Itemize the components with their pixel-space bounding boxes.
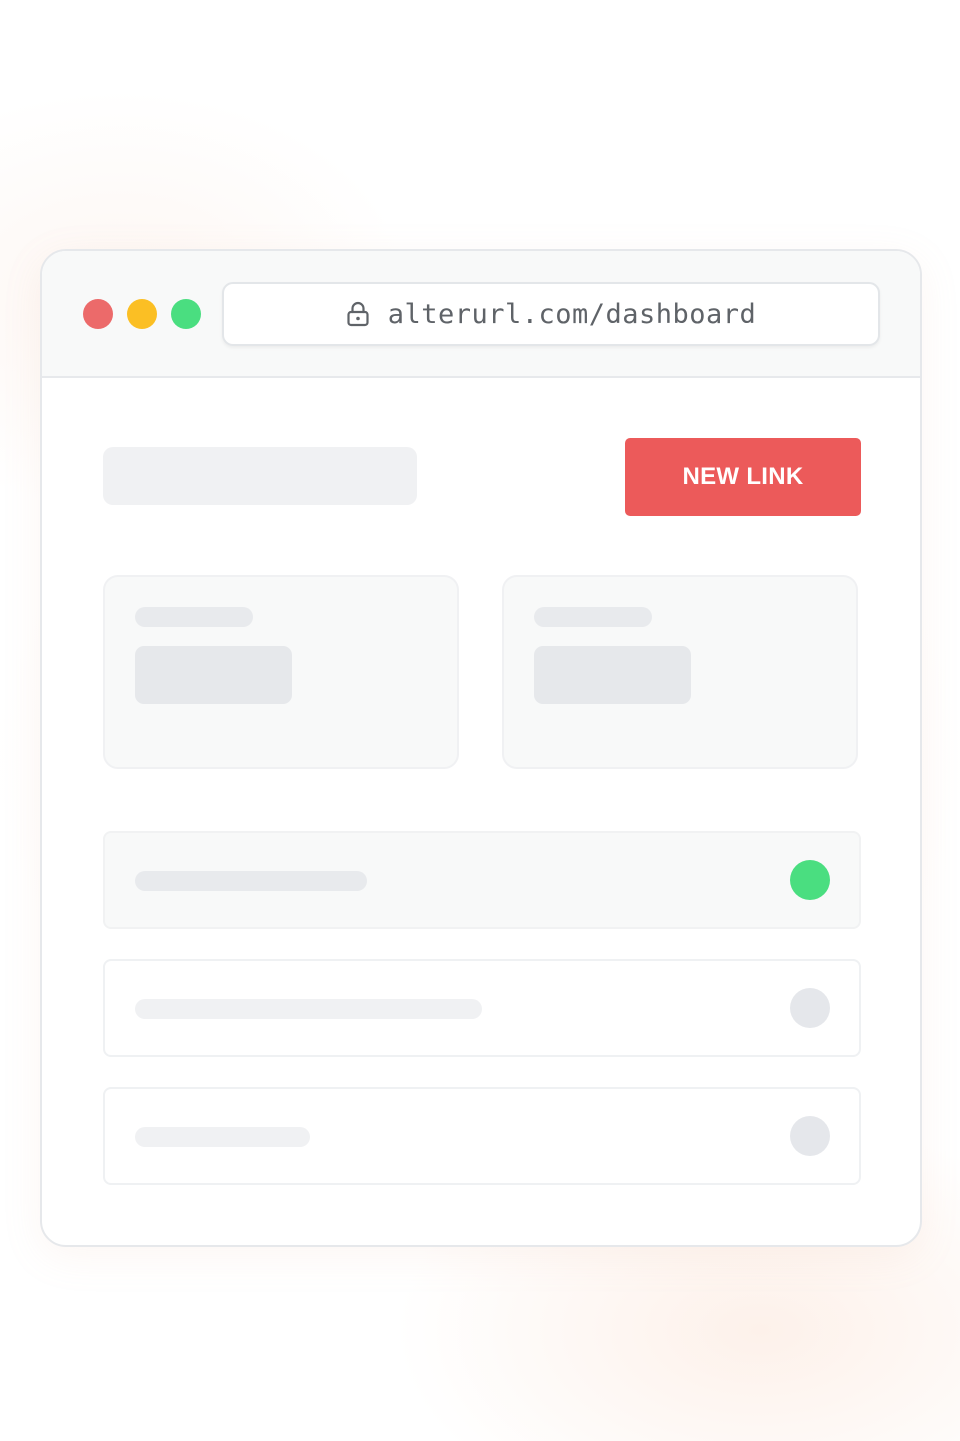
- page-title-placeholder: [103, 447, 417, 505]
- link-row-text-placeholder: [135, 999, 482, 1019]
- link-row[interactable]: [103, 1087, 861, 1185]
- lock-icon: [347, 301, 369, 327]
- dashboard-content: NEW LINK: [42, 378, 920, 1245]
- stat-label-placeholder: [135, 607, 253, 627]
- status-indicator: [790, 1116, 830, 1156]
- minimize-window-button[interactable]: [127, 299, 157, 329]
- browser-titlebar: alterurl.com/dashboard: [42, 251, 920, 378]
- stat-card: [502, 575, 858, 769]
- stat-card: [103, 575, 459, 769]
- maximize-window-button[interactable]: [171, 299, 201, 329]
- stat-value-placeholder: [534, 646, 691, 704]
- stat-label-placeholder: [534, 607, 652, 627]
- stat-value-placeholder: [135, 646, 292, 704]
- link-row[interactable]: [103, 831, 861, 929]
- new-link-button[interactable]: NEW LINK: [625, 438, 861, 516]
- link-row[interactable]: [103, 959, 861, 1057]
- address-bar-content: alterurl.com/dashboard: [224, 284, 878, 344]
- browser-window: alterurl.com/dashboard NEW LINK: [40, 249, 922, 1247]
- link-row-text-placeholder: [135, 871, 367, 891]
- url-text: alterurl.com/dashboard: [387, 298, 757, 330]
- address-bar[interactable]: alterurl.com/dashboard: [222, 282, 880, 346]
- status-indicator: [790, 860, 830, 900]
- link-row-text-placeholder: [135, 1127, 310, 1147]
- status-indicator: [790, 988, 830, 1028]
- close-window-button[interactable]: [83, 299, 113, 329]
